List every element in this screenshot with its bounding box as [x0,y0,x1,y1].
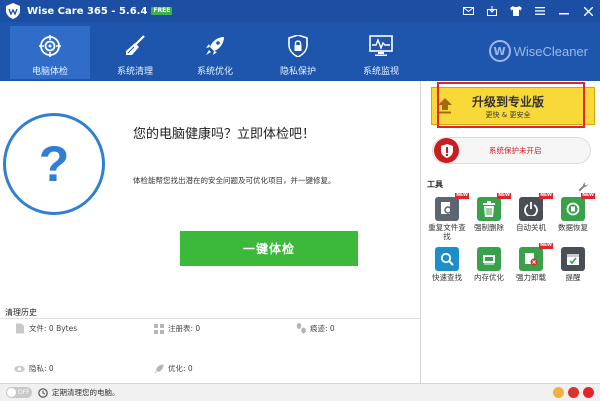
stat-privacy: 隐私: 0 [14,363,54,374]
free-badge: FREE [151,7,173,15]
clock-icon [38,387,48,398]
tools-title: 工具 [427,180,443,189]
scheduled-clean-toggle[interactable]: OFF [6,387,32,398]
app-logo-icon [4,2,22,20]
tab-system-optimize[interactable]: 系统优化 [175,26,255,79]
data-recovery-icon: NEW [561,193,595,221]
new-badge: NEW [455,193,469,199]
side-panel: 升级到专业版 更快 & 更安全 系统保护未开启 工具 NEW 重复文件查找 NE… [420,81,600,383]
app-window: Wise Care 365 - 5.6.4 FREE 电脑体检 系统清理 系统优… [0,0,600,401]
tool-reminder[interactable]: 提醒 [553,247,593,299]
system-protection-status[interactable]: 系统保护未开启 [432,137,591,164]
tab-system-monitor[interactable]: 系统监视 [341,26,421,79]
tool-data-recovery[interactable]: NEW 数据恢复 [553,193,595,249]
tool-force-uninstall[interactable]: NEW 强力卸载 [511,243,553,299]
tool-force-delete[interactable]: NEW 强制删除 [469,193,511,249]
tab-privacy-protect[interactable]: 隐私保护 [258,26,338,79]
uninstall-icon: NEW [519,243,553,271]
stat-optimize: 优化: 0 [153,363,193,374]
stat-registry: 注册表: 0 [153,323,200,334]
search-icon [435,247,459,271]
rocket-icon [204,34,226,58]
tab-system-clean[interactable]: 系统清理 [95,26,175,79]
monitor-icon [369,34,393,58]
registry-icon [153,323,164,334]
target-icon [39,34,61,58]
footprint-icon [295,323,306,334]
weibo-icon[interactable] [568,387,579,398]
stat-traces: 痕迹: 0 [295,323,335,334]
checkup-panel: ? 您的电脑健康吗？立即体检吧！ 体检能帮您找出潜在的安全问题及可优化项目，并一… [0,81,420,383]
tab-pc-checkup[interactable]: 电脑体检 [10,26,90,79]
health-status-circle: ? [3,113,105,215]
power-icon: NEW [519,193,553,221]
skin-icon[interactable] [504,0,528,22]
wisecleaner-logo: W WiseCleaner [488,40,588,62]
status-bar: OFF 定期清理您的电脑。 [0,383,600,401]
close-icon[interactable] [576,0,600,22]
tool-duplicate-finder[interactable]: NEW 重复文件查找 [427,193,469,249]
rocket-small-icon [153,363,164,374]
file-icon [14,323,25,334]
gift-icon[interactable] [583,387,594,398]
duplicate-file-icon: NEW [435,193,469,221]
menu-icon[interactable] [528,0,552,22]
memory-icon [477,247,501,271]
broom-icon [124,34,146,58]
title-bar: Wise Care 365 - 5.6.4 FREE [0,0,600,22]
page-title: 您的电脑健康吗？立即体检吧！ [133,127,316,142]
question-mark-icon: ? [38,136,70,192]
divider [0,318,420,319]
app-title: Wise Care 365 - 5.6.4 [27,5,148,17]
checkup-description: 体检能帮您找出潜在的安全问题及可优化项目，并一键修复。 [133,176,336,185]
history-title: 清理历史 [5,308,37,317]
protection-text: 系统保护未开启 [489,146,542,155]
eye-icon [14,363,25,374]
minimize-icon[interactable] [552,0,576,22]
one-click-checkup-button[interactable]: 一键体检 [180,231,358,266]
coin-icon[interactable] [553,387,564,398]
tool-auto-shutdown[interactable]: NEW 自动关机 [511,193,553,249]
message-icon[interactable] [456,0,480,22]
main-nav: 电脑体检 系统清理 系统优化 隐私保护 系统监视 W WiseCleaner [0,22,600,81]
stat-files: 文件: 0 Bytes [14,323,77,334]
tool-memory-optimize[interactable]: 内存优化 [469,247,509,299]
calendar-check-icon [561,247,585,271]
tray-icon[interactable] [480,0,504,22]
status-text[interactable]: 定期清理您的电脑。 [52,387,120,398]
lock-shield-icon [288,34,308,58]
shield-alert-icon [434,138,459,163]
tool-quick-search[interactable]: 快速查找 [427,247,467,299]
trash-icon: NEW [477,193,511,221]
highlight-annotation-box [437,82,585,128]
